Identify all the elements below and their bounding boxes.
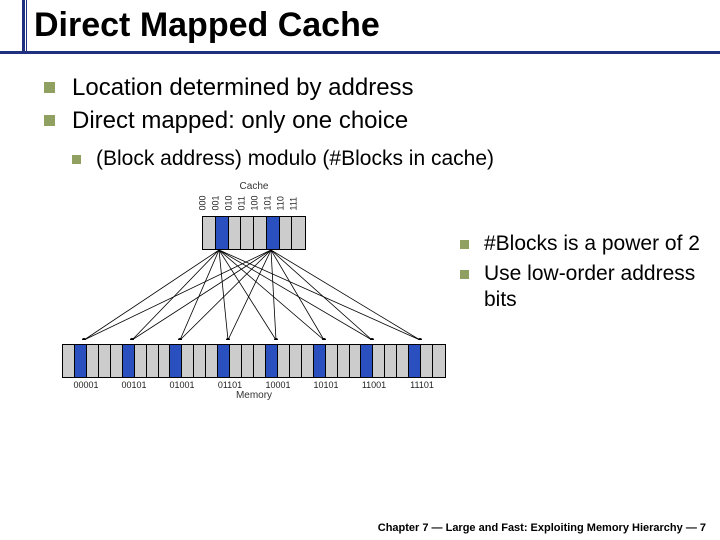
mem-cell-hl: [170, 345, 182, 377]
mem-cell: [111, 345, 123, 377]
mem-cell: [278, 345, 290, 377]
mem-cell-hl: [75, 345, 87, 377]
mem-cell-hl: [218, 345, 230, 377]
mem-cell-hl: [266, 345, 278, 377]
title-accent-bar: [22, 0, 25, 52]
memory-blocks: [62, 344, 446, 378]
cache-cell: [292, 217, 305, 249]
bullet-list-2: (Block address) modulo (#Blocks in cache…: [72, 146, 700, 172]
cache-bits-row: 000 001 010 011 100 101 110 111: [54, 192, 454, 216]
mem-addr: 00101: [110, 380, 158, 390]
side-notes: #Blocks is a power of 2 Use low-order ad…: [454, 181, 700, 401]
bullet-item: Location determined by address: [44, 72, 700, 103]
slide-title: Direct Mapped Cache: [34, 6, 720, 51]
mem-cell: [421, 345, 433, 377]
mem-addr: 10001: [254, 380, 302, 390]
mem-cell: [99, 345, 111, 377]
mem-cell: [159, 345, 171, 377]
mem-cell-hl: [409, 345, 421, 377]
bullet-subitem: (Block address) modulo (#Blocks in cache…: [72, 146, 700, 172]
cache-blocks: [202, 216, 306, 250]
mapping-svg: [54, 250, 454, 340]
cache-cell: [254, 217, 267, 249]
memory-addrs: 00001 00101 01001 01101 10001 10101 1100…: [62, 380, 446, 390]
cache-bit: 111: [288, 197, 312, 210]
mem-cell: [254, 345, 266, 377]
mem-cell: [147, 345, 159, 377]
cache-cell-hl: [216, 217, 229, 249]
mem-addr: 00001: [62, 380, 110, 390]
mem-cell: [194, 345, 206, 377]
mem-cell: [302, 345, 314, 377]
mem-cell: [135, 345, 147, 377]
side-bullet: #Blocks is a power of 2: [460, 231, 700, 257]
cache-cell-hl: [267, 217, 280, 249]
cache-cell: [229, 217, 242, 249]
cache-label: Cache: [54, 181, 454, 192]
slide-content: Location determined by address Direct ma…: [0, 60, 720, 401]
mem-addr: 01001: [158, 380, 206, 390]
mem-addr: 11101: [398, 380, 446, 390]
mem-cell: [87, 345, 99, 377]
mem-cell-hl: [361, 345, 373, 377]
mem-cell: [63, 345, 75, 377]
bullet-item: Direct mapped: only one choice (Block ad…: [44, 105, 700, 172]
slide-footer: Chapter 7 — Large and Fast: Exploiting M…: [378, 522, 706, 534]
side-bullet: Use low-order address bits: [460, 261, 700, 314]
cache-diagram: Cache 000 001 010 011 100 101 110 111: [44, 181, 454, 401]
mem-cell: [242, 345, 254, 377]
bullet-list-1: Location determined by address Direct ma…: [44, 72, 700, 173]
mem-addr: 10101: [302, 380, 350, 390]
mem-cell: [206, 345, 218, 377]
title-wrap: Direct Mapped Cache: [0, 0, 720, 54]
mem-cell: [350, 345, 362, 377]
mem-addr: 01101: [206, 380, 254, 390]
mem-cell: [433, 345, 445, 377]
title-accent-bar-thin: [26, 0, 27, 52]
mem-cell-hl: [314, 345, 326, 377]
mem-cell-hl: [123, 345, 135, 377]
mem-cell: [326, 345, 338, 377]
mem-addr: 11001: [350, 380, 398, 390]
mem-cell: [338, 345, 350, 377]
side-bullets: #Blocks is a power of 2 Use low-order ad…: [460, 231, 700, 314]
memory-label: Memory: [54, 390, 454, 401]
mem-cell: [397, 345, 409, 377]
mapping-lines: [54, 250, 454, 340]
mem-cell: [373, 345, 385, 377]
mem-cell: [290, 345, 302, 377]
mem-cell: [182, 345, 194, 377]
cache-cell: [280, 217, 293, 249]
diagram-row: Cache 000 001 010 011 100 101 110 111: [44, 181, 700, 401]
bullet-text: Direct mapped: only one choice: [72, 107, 408, 134]
mem-cell: [385, 345, 397, 377]
cache-cell: [203, 217, 216, 249]
cache-cell: [241, 217, 254, 249]
mem-cell: [230, 345, 242, 377]
